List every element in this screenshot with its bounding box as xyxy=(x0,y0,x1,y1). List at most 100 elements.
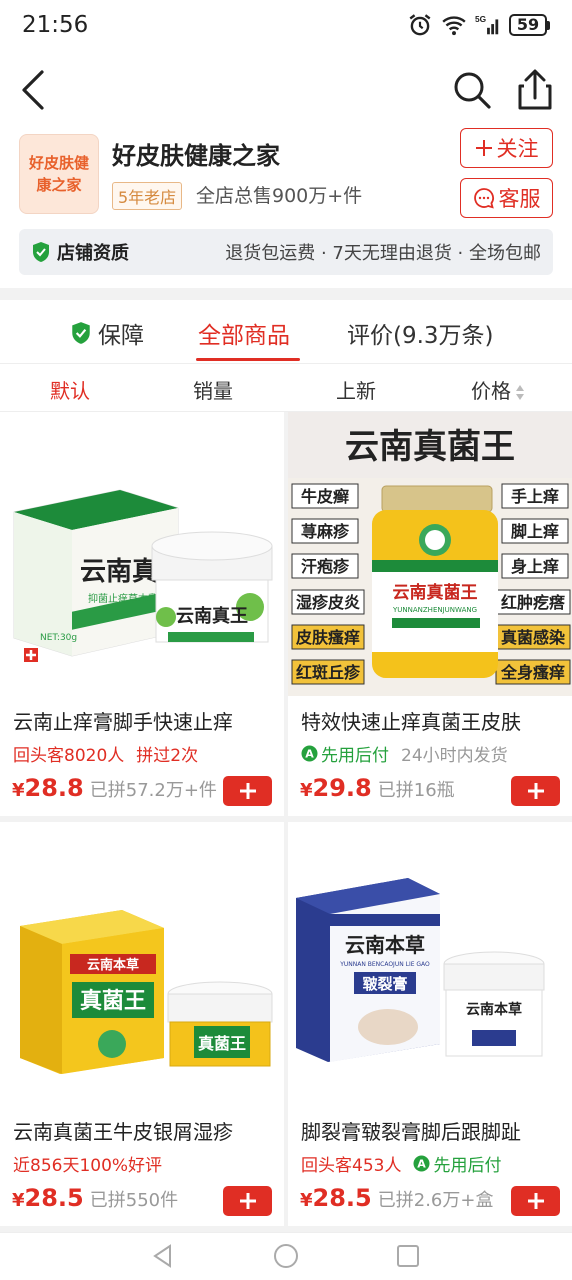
sort-default[interactable]: 默认 xyxy=(50,375,90,404)
product-1-jar-text: 云南真王 xyxy=(176,605,248,627)
shipping-tag: 24小时内发货 xyxy=(401,746,508,766)
svg-text:A: A xyxy=(305,748,314,761)
store-qualifications-bar[interactable]: 店铺资质 退货包运费 · 7天无理由退货 · 全场包邮 xyxy=(19,229,553,275)
sold-count: 已拼550件 xyxy=(89,1190,179,1211)
nav-recents-square-icon[interactable] xyxy=(393,1241,423,1271)
add-to-cart-button[interactable] xyxy=(511,1186,560,1216)
product-2-left-label-5: 皮肤瘙痒 xyxy=(295,628,360,647)
product-2-right-label-2: 脚上痒 xyxy=(511,522,559,541)
tab-label: 保障 xyxy=(98,323,144,349)
add-to-cart-button[interactable] xyxy=(511,776,560,806)
shield-check-icon xyxy=(72,322,90,344)
product-tags: 回头客453人 A 先用后付 xyxy=(301,1151,501,1176)
tab-guarantee[interactable]: 保障 xyxy=(70,316,144,350)
product-2-jar-pinyin: YUNNANZHENJUNWANG xyxy=(392,606,477,614)
product-2-jar-text: 云南真菌王 xyxy=(393,582,478,603)
follow-button[interactable]: 关注 xyxy=(460,128,553,168)
product-3-jar-text: 真菌王 xyxy=(198,1034,246,1053)
search-icon[interactable] xyxy=(452,70,492,110)
store-tabs: 保障 全部商品 评价(9.3万条) xyxy=(0,300,572,364)
product-card[interactable]: 云南本草 真菌王 真菌王 云南真菌王牛皮银屑湿疹 近856天100%好评 ¥ 2… xyxy=(0,822,284,1226)
nav-home-circle-icon[interactable] xyxy=(271,1241,301,1271)
product-image[interactable]: 云南本草 YUNNAN BENCAOJUN LIE GAO 皲裂膏 云南本草 xyxy=(288,822,572,1106)
product-image[interactable]: 云南真菌王 牛皮癣 荨麻疹 汗疱疹 湿疹皮炎 皮肤瘙痒 红斑丘疹 手上痒 脚上痒… xyxy=(288,412,572,696)
product-2-right-label-6: 全身瘙痒 xyxy=(500,663,565,682)
customer-service-button[interactable]: 客服 xyxy=(460,178,553,218)
back-arrow-icon[interactable] xyxy=(16,68,52,112)
tab-label: 评价(9.3万条) xyxy=(347,323,494,349)
product-title: 特效快速止痒真菌王皮肤 xyxy=(301,710,521,734)
product-card[interactable]: 云南真菌王 牛皮癣 荨麻疹 汗疱疹 湿疹皮炎 皮肤瘙痒 红斑丘疹 手上痒 脚上痒… xyxy=(288,412,572,816)
product-tags: 回头客8020人 拼过2次 xyxy=(13,741,198,766)
chat-bubble-icon xyxy=(473,188,494,209)
price: 28.8 xyxy=(24,774,84,802)
plus-icon xyxy=(239,783,256,799)
product-3-box-main: 真菌王 xyxy=(80,988,146,1014)
sold-count: 已拼16瓶 xyxy=(377,780,455,801)
plus-icon xyxy=(527,783,544,799)
status-icons: 5G 59 xyxy=(407,12,550,38)
product-4-box-top: 云南本草 xyxy=(345,933,425,957)
product-card[interactable]: 云南真 抑菌止痒草本乳 NET:30g 云南真王 云南止痒膏脚手快速止痒 回头客… xyxy=(0,412,284,816)
product-1-box-brand: 云南真 xyxy=(80,557,158,587)
product-3-illustration: 云南本草 真菌王 真菌王 xyxy=(0,822,284,1106)
svg-text:A: A xyxy=(418,1158,427,1171)
product-image[interactable]: 云南本草 真菌王 真菌王 xyxy=(0,822,284,1106)
cellular-signal-icon: 5G xyxy=(475,14,499,35)
wifi-icon xyxy=(442,16,466,36)
pay-later-label: 先用后付 xyxy=(433,1156,502,1176)
add-to-cart-button[interactable] xyxy=(223,1186,272,1216)
product-title: 云南真菌王牛皮银屑湿疹 xyxy=(13,1120,233,1144)
rating-tag: 近856天100%好评 xyxy=(13,1156,163,1176)
status-time: 21:56 xyxy=(22,12,89,38)
product-2-illustration: 云南真菌王 牛皮癣 荨麻疹 汗疱疹 湿疹皮炎 皮肤瘙痒 红斑丘疹 手上痒 脚上痒… xyxy=(288,412,572,696)
currency-symbol: ¥ xyxy=(300,1190,313,1211)
product-2-left-label-4: 湿疹皮炎 xyxy=(295,593,360,612)
plus-icon xyxy=(239,1193,256,1209)
product-card[interactable]: 云南本草 YUNNAN BENCAOJUN LIE GAO 皲裂膏 云南本草 脚… xyxy=(288,822,572,1226)
share-icon[interactable] xyxy=(516,68,554,112)
product-2-left-label-1: 牛皮癣 xyxy=(301,487,349,506)
sort-sales[interactable]: 销量 xyxy=(193,375,233,404)
currency-symbol: ¥ xyxy=(300,780,313,801)
price: 28.5 xyxy=(24,1184,84,1212)
sort-newest[interactable]: 上新 xyxy=(336,375,376,404)
product-2-right-label-3: 身上痒 xyxy=(511,557,559,576)
store-logo[interactable]: 好皮肤健康之家 xyxy=(19,134,99,214)
price: 28.5 xyxy=(312,1184,372,1212)
nav-back-triangle-icon[interactable] xyxy=(148,1241,178,1271)
price: 29.8 xyxy=(312,774,372,802)
store-policy: 退货包运费 · 7天无理由退货 · 全场包邮 xyxy=(225,243,541,264)
add-to-cart-button[interactable] xyxy=(223,776,272,806)
currency-symbol: ¥ xyxy=(12,780,25,801)
returning-customers-tag: 回头客8020人 xyxy=(13,746,125,766)
store-header: 好皮肤健康之家 好皮肤健康之家 5年老店 全店总售900万+件 关注 客服 店铺… xyxy=(0,128,572,288)
tab-all-products[interactable]: 全部商品 xyxy=(198,316,290,350)
product-2-right-label-5: 真菌感染 xyxy=(501,628,566,647)
product-3-box-top: 云南本草 xyxy=(87,957,139,973)
section-divider xyxy=(0,288,572,300)
product-grid: 云南真 抑菌止痒草本乳 NET:30g 云南真王 云南止痒膏脚手快速止痒 回头客… xyxy=(0,412,572,1232)
tab-label: 全部商品 xyxy=(198,323,290,349)
product-2-banner: 云南真菌王 xyxy=(345,427,515,467)
product-2-left-label-3: 汗疱疹 xyxy=(301,557,350,576)
alarm-icon xyxy=(409,14,431,36)
product-image[interactable]: 云南真 抑菌止痒草本乳 NET:30g 云南真王 xyxy=(0,412,284,696)
qualification-label: 店铺资质 xyxy=(57,243,129,264)
product-tags: A 先用后付 24小时内发货 xyxy=(301,741,508,766)
system-nav-bar xyxy=(0,1232,572,1280)
pay-later-tag: A 先用后付 xyxy=(301,741,389,766)
returning-customers-tag: 回头客453人 xyxy=(301,1156,402,1176)
currency-symbol: ¥ xyxy=(12,1190,25,1211)
top-nav xyxy=(0,52,572,128)
purchase-history-tag: 拼过2次 xyxy=(136,746,199,766)
product-1-spec: NET:30g xyxy=(40,633,77,643)
sort-price[interactable]: 价格 xyxy=(471,375,525,404)
price-row: ¥ 28.5 已拼2.6万+盒 xyxy=(300,1184,493,1212)
product-2-left-label-2: 荨麻疹 xyxy=(301,522,350,541)
plus-icon xyxy=(527,1193,544,1209)
battery-indicator: 59 xyxy=(509,14,550,36)
product-2-right-label-1: 手上痒 xyxy=(511,487,559,506)
tab-reviews[interactable]: 评价(9.3万条) xyxy=(347,316,494,350)
price-row: ¥ 29.8 已拼16瓶 xyxy=(300,774,455,802)
